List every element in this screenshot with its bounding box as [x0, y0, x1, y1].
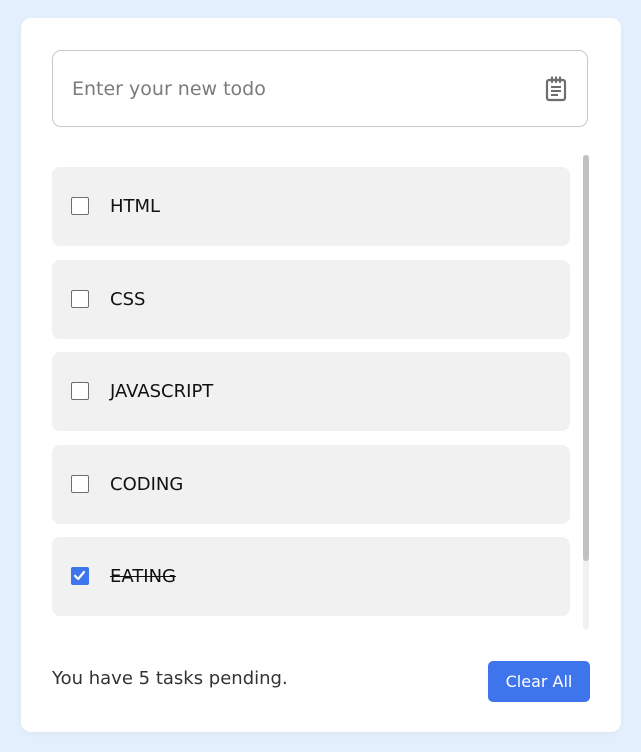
pending-count-text: You have 5 tasks pending. — [52, 668, 288, 689]
pending-prefix: You have — [52, 668, 139, 689]
todo-input[interactable] — [53, 51, 523, 126]
list-scrollbar[interactable] — [583, 155, 589, 630]
todo-list: HTML CSS JAVASCRIPT CODING EATING — [52, 167, 570, 629]
todo-card: HTML CSS JAVASCRIPT CODING EATING You ha… — [21, 18, 621, 732]
todo-item[interactable]: CSS — [52, 260, 570, 339]
todo-item[interactable]: EATING — [52, 537, 570, 616]
todo-label: HTML — [110, 196, 161, 217]
pending-suffix: tasks pending. — [150, 668, 288, 689]
todo-label: CODING — [110, 474, 184, 495]
todo-checkbox[interactable] — [71, 382, 89, 400]
todo-label: CSS — [110, 289, 146, 310]
checkmark-icon — [73, 570, 86, 581]
todo-item[interactable]: JAVASCRIPT — [52, 352, 570, 431]
todo-checkbox[interactable] — [71, 290, 89, 308]
todo-checkbox-checked[interactable] — [71, 567, 89, 585]
todo-item[interactable]: HTML — [52, 167, 570, 246]
todo-checkbox[interactable] — [71, 197, 89, 215]
clear-all-button[interactable]: Clear All — [488, 661, 590, 702]
todo-label: JAVASCRIPT — [110, 381, 214, 402]
scrollbar-thumb[interactable] — [583, 155, 589, 561]
todo-input-wrapper — [52, 50, 588, 127]
todo-label: EATING — [110, 566, 177, 587]
notepad-icon — [542, 75, 570, 103]
todo-checkbox[interactable] — [71, 475, 89, 493]
pending-count: 5 — [138, 668, 151, 689]
todo-item[interactable]: CODING — [52, 445, 570, 524]
